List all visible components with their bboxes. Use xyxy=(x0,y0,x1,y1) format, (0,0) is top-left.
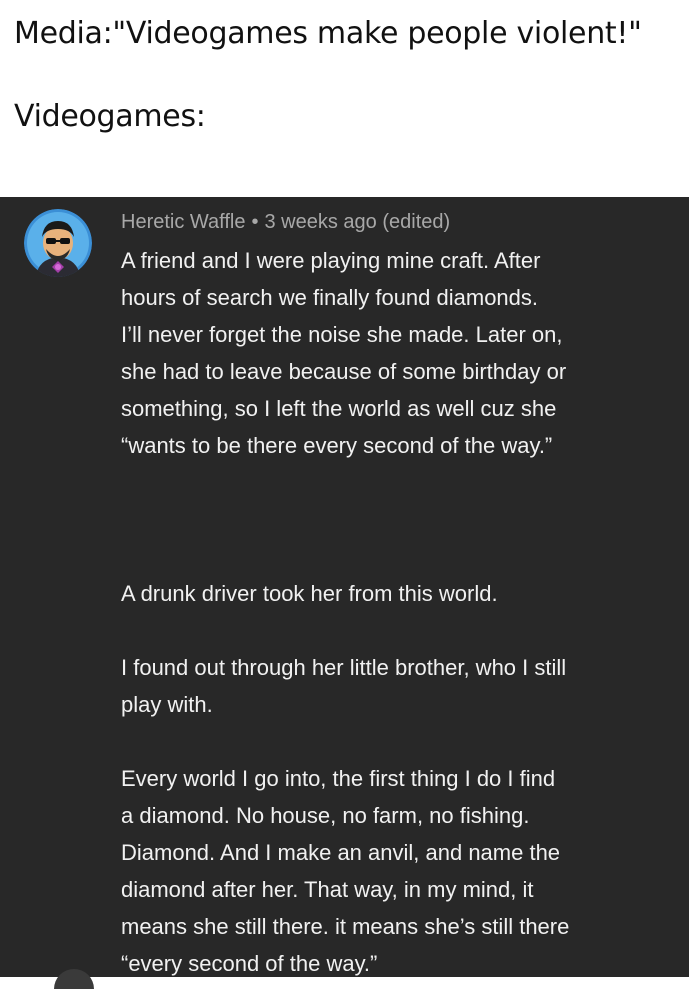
comment-line: she had to leave because of some birthda… xyxy=(121,359,567,384)
meme-caption-line-1: Media:"Videogames make people violent!" xyxy=(14,16,642,51)
cartoon-face-avatar-icon xyxy=(24,209,92,277)
comment-paragraph-3: I found out through her little brother, … xyxy=(121,649,681,723)
meta-separator: • xyxy=(251,211,259,233)
comment-card: Heretic Waffle • 3 weeks ago (edited) A fr… xyxy=(0,197,689,989)
comment-line: “every second of the way.” xyxy=(121,951,378,976)
comment-line: hours of search we finally found diamond… xyxy=(121,285,539,310)
comment-timestamp: 3 weeks ago (edited) xyxy=(264,211,451,233)
meme-caption-line-2: Videogames: xyxy=(14,99,206,134)
comment-paragraph-2: A drunk driver took her from this world. xyxy=(121,575,681,612)
comment-paragraph-1: A friend and I were playing mine craft. … xyxy=(121,242,681,464)
avatar[interactable] xyxy=(24,209,92,277)
comment-meta: Heretic Waffle • 3 weeks ago (edited) xyxy=(121,211,450,234)
comment-line: play with. xyxy=(121,692,213,717)
comment-line: I found out through her little brother, … xyxy=(121,655,567,680)
comment-line: I’ll never forget the noise she made. La… xyxy=(121,322,563,347)
comment-line: diamond after her. That way, in my mind,… xyxy=(121,877,534,902)
comment-line: a diamond. No house, no farm, no fishing… xyxy=(121,803,530,828)
comment-line: means she still there. it means she’s st… xyxy=(121,914,570,939)
comment-paragraph-4: Every world I go into, the first thing I… xyxy=(121,760,681,982)
comment-text: A friend and I were playing mine craft. … xyxy=(121,242,681,982)
comment-line: A drunk driver took her from this world. xyxy=(121,581,498,606)
comment-line: A friend and I were playing mine craft. … xyxy=(121,248,541,273)
meme-caption: Media:"Videogames make people violent!" … xyxy=(0,0,689,197)
comment-line: Diamond. And I make an anvil, and name t… xyxy=(121,840,561,865)
comment-line: Every world I go into, the first thing I… xyxy=(121,766,556,791)
comment-line: something, so I left the world as well c… xyxy=(121,396,557,421)
author-name[interactable]: Heretic Waffle xyxy=(121,211,245,233)
next-comment-avatar xyxy=(54,969,94,989)
comment-line: “wants to be there every second of the w… xyxy=(121,433,553,458)
